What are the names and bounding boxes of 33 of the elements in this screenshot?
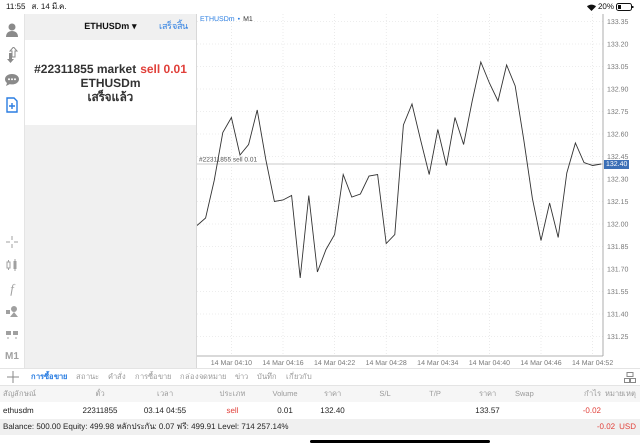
candlestick-icon[interactable] (5, 258, 19, 272)
account-summary: Balance: 500.00 Equity: 499.98 หลักประกัน: 0.07 ฟรี: 499.91 Level: 714 257.14% (2, 421, 289, 433)
date: ส. 14 มี.ค. (31, 1, 66, 13)
shapes-icon[interactable] (5, 304, 19, 318)
order-action: sell 0.01 (140, 62, 187, 76)
person-icon[interactable] (4, 22, 20, 38)
done-button[interactable]: เสร็จสิ้น (159, 20, 188, 34)
tool-label[interactable]: M1 (5, 352, 19, 362)
tool-label[interactable]: f (10, 282, 14, 294)
add-icon[interactable] (7, 371, 19, 383)
clock: 11:55 (6, 1, 26, 13)
layout-icon[interactable] (624, 372, 636, 382)
wifi-icon (586, 4, 596, 10)
table-cell: 03.14 04:55 (144, 406, 186, 414)
arrows-icon[interactable] (4, 47, 20, 63)
order-status: เสร็จแล้ว (88, 90, 134, 104)
currency: USD (619, 421, 636, 433)
table-cell: sell (226, 406, 238, 414)
symbol-selector[interactable]: ETHUSDm ▾ (84, 20, 137, 34)
table-cell: 133.57 (475, 406, 500, 414)
add-document-icon[interactable] (4, 97, 20, 113)
battery-percent: 20% (598, 1, 614, 13)
table-cell: 0.01 (277, 406, 293, 414)
crosshair-icon[interactable] (5, 235, 19, 249)
table-cell: -0.02 (582, 406, 601, 414)
order-message: #22311855 market (34, 62, 136, 76)
table-cell: 22311855 (82, 406, 118, 414)
table-cell: 132.40 (320, 406, 345, 414)
chat-icon[interactable] (4, 72, 20, 88)
battery-icon (616, 3, 634, 11)
table-cell: ethusdm (3, 406, 34, 414)
order-symbol: ETHUSDm (80, 76, 140, 90)
total-profit: -0.02 (596, 421, 616, 433)
